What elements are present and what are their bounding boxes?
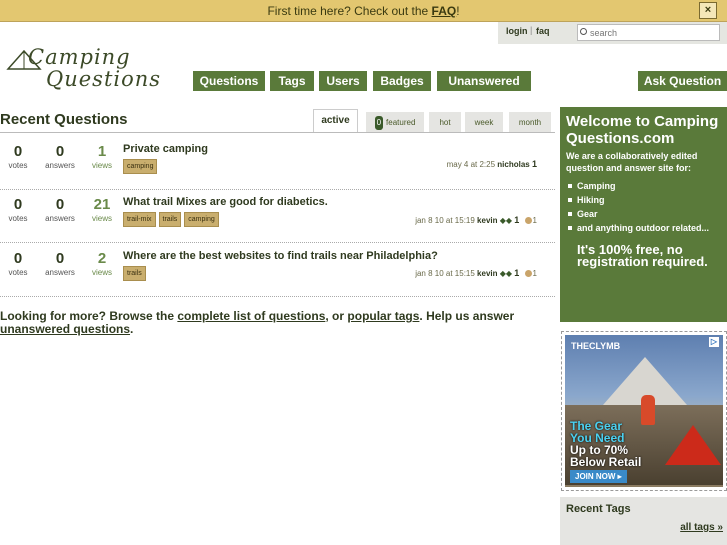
banner-close-button[interactable]: × [699, 2, 717, 19]
question-meta: jan 8 10 at 15:15 kevin ◆◆ 1 1 [415, 268, 537, 278]
badge-icon [524, 217, 532, 225]
view-count: 1 views [91, 143, 112, 170]
topic-item: Gear [566, 207, 721, 221]
logo-line2: Questions [46, 67, 162, 91]
question-time: jan 8 10 at 15:19 [415, 216, 475, 225]
question-row: 0 votes 0 answers 21 views What trail Mixes… [0, 190, 555, 243]
nav-badges[interactable]: Badges [373, 71, 431, 91]
question-meta: jan 8 10 at 15:19 kevin ◆◆ 1 1 [415, 215, 537, 225]
all-questions-link[interactable]: complete list of questions [177, 309, 325, 323]
view-count: 2 views [91, 250, 112, 277]
badge-count: 1 [532, 216, 537, 225]
nav-tags[interactable]: Tags [270, 71, 314, 91]
question-user[interactable]: kevin [477, 269, 497, 278]
question-title[interactable]: Where are the best websites to find trai… [123, 250, 438, 262]
all-tags-link[interactable]: all tags » [680, 522, 723, 533]
view-count: 21 views [91, 196, 112, 223]
vote-count: 0 votes [8, 196, 28, 223]
answer-count: 0 answers [45, 250, 75, 277]
tab-featured-label: featured [386, 118, 416, 127]
vote-count: 0 votes [8, 143, 28, 170]
ad-join-button[interactable]: JOIN NOW ▸ [570, 470, 627, 483]
ask-question-button[interactable]: Ask Question [638, 71, 727, 91]
topic-item: Camping [566, 179, 721, 193]
question-tags: camping [123, 159, 158, 174]
nav-unanswered[interactable]: Unanswered [437, 71, 531, 91]
tab-week[interactable]: week [465, 112, 503, 133]
welcome-title: Welcome to Camping Questions.com [566, 113, 719, 147]
tag-camping[interactable]: camping [184, 212, 219, 227]
topic-item: Hiking [566, 193, 721, 207]
user-reputation: 1 [514, 268, 520, 278]
user-reputation: 1 [514, 215, 520, 225]
answer-count: 0 answers [45, 196, 75, 223]
badge-count: 1 [532, 269, 537, 278]
ad-text: The Gear You Need Up to 70% Below Retail [570, 419, 642, 469]
question-row: 0 votes 0 answers 1 views Private camping c… [0, 137, 555, 190]
badge-icon [524, 270, 532, 278]
page-title: Recent Questions [0, 111, 128, 128]
question-tags: trail-mix trails camping [123, 212, 219, 227]
nav-users[interactable]: Users [319, 71, 367, 91]
site-logo[interactable]: Camping Questions [6, 45, 160, 95]
tag-trail-mix[interactable]: trail-mix [123, 212, 156, 227]
logo-line1: Camping [28, 45, 131, 69]
browse-more-text: Looking for more? Browse the complete li… [0, 309, 515, 336]
featured-count-badge: 0 [374, 116, 384, 130]
diamond-icon: ◆ [505, 269, 513, 278]
tab-active[interactable]: active [313, 109, 358, 133]
tag-trails[interactable]: trails [123, 266, 146, 281]
question-meta: may 4 at 2:25 nicholas 1 [447, 159, 537, 169]
tab-featured[interactable]: 0 featured [366, 112, 424, 133]
search-input[interactable] [577, 24, 720, 41]
free-notice: It's 100% free, no registration required… [577, 242, 708, 269]
question-user[interactable]: kevin [477, 216, 497, 225]
banner-text-prefix: First time here? Check out the [267, 4, 432, 18]
question-user[interactable]: nicholas [497, 160, 529, 169]
recent-tags-title: Recent Tags [566, 503, 631, 515]
adchoices-icon[interactable]: ▷ [709, 337, 719, 347]
banner-faq-link[interactable]: FAQ [432, 4, 457, 18]
advertisement[interactable]: THECLYMB ▷ The Gear You Need Up to 70% B… [561, 331, 727, 491]
unanswered-link[interactable]: unanswered questions [0, 322, 130, 336]
login-link[interactable]: login [506, 26, 528, 36]
tag-trails[interactable]: trails [158, 212, 182, 227]
ad-tent [665, 425, 721, 465]
question-tags: trails [123, 266, 146, 281]
topbar-separator: | [530, 25, 533, 35]
tag-camping[interactable]: camping [123, 159, 158, 174]
question-title[interactable]: Private camping [123, 143, 208, 155]
recent-tags-box: Recent Tags all tags » [560, 497, 727, 545]
tab-month[interactable]: month [509, 112, 551, 133]
answer-count: 0 answers [45, 143, 75, 170]
topic-item: and anything outdoor related... [566, 221, 721, 235]
faq-link[interactable]: faq [536, 26, 550, 36]
tab-hot[interactable]: hot [429, 112, 461, 133]
ad-brand: THECLYMB [571, 341, 621, 351]
welcome-box: Welcome to Camping Questions.com We are … [560, 107, 727, 322]
tab-divider [0, 132, 555, 133]
welcome-description: We are a collaboratively edited question… [566, 151, 698, 173]
question-row: 0 votes 0 answers 2 views Where are the bes… [0, 244, 555, 297]
question-title[interactable]: What trail Mixes are good for diabetics. [123, 196, 328, 208]
question-time: may 4 at 2:25 [446, 160, 496, 169]
question-time: jan 8 10 at 15:15 [415, 269, 475, 278]
banner-text-suffix: ! [456, 4, 460, 18]
faq-banner: First time here? Check out the FAQ! × [0, 0, 727, 22]
user-reputation: 1 [531, 159, 537, 169]
ad-image[interactable]: THECLYMB ▷ The Gear You Need Up to 70% B… [565, 335, 723, 487]
popular-tags-link[interactable]: popular tags [347, 309, 419, 323]
nav-questions[interactable]: Questions [193, 71, 265, 91]
ad-person [641, 395, 655, 425]
vote-count: 0 votes [8, 250, 28, 277]
topic-list: Camping Hiking Gear and anything outdoor… [566, 179, 721, 235]
search-icon [580, 28, 587, 35]
diamond-icon: ◆ [505, 216, 513, 225]
